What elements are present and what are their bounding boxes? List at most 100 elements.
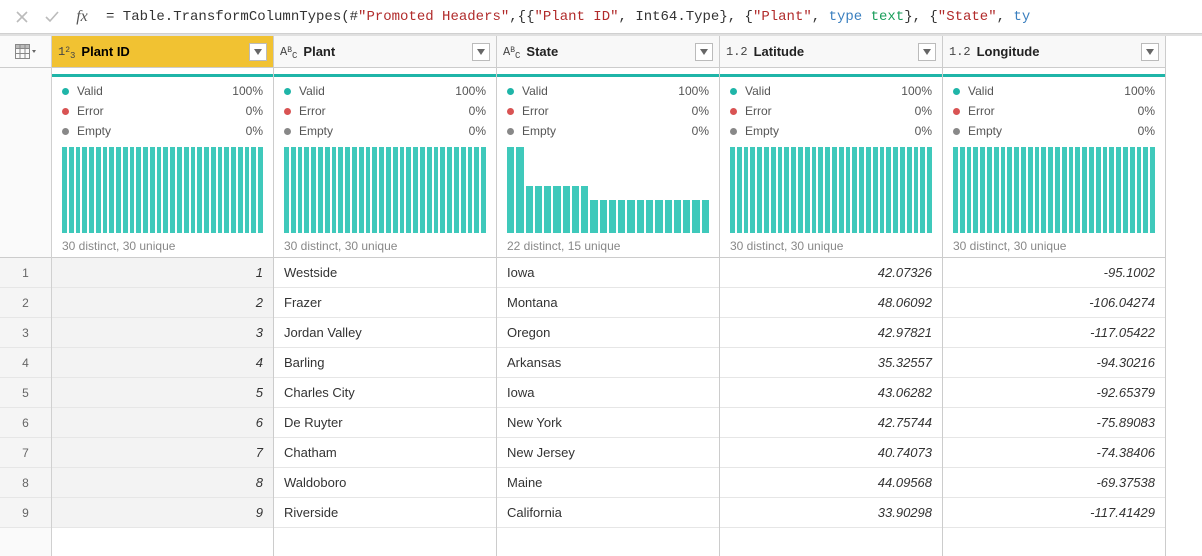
histogram-bar: [920, 147, 925, 233]
histogram-bar: [535, 186, 542, 233]
cell[interactable]: 4: [52, 348, 273, 378]
cell[interactable]: 8: [52, 468, 273, 498]
cell[interactable]: 48.06092: [720, 288, 942, 318]
column-header[interactable]: ABCState: [497, 36, 719, 68]
column-header[interactable]: 123Plant ID: [52, 36, 273, 68]
cell[interactable]: 44.09568: [720, 468, 942, 498]
cell[interactable]: Jordan Valley: [274, 318, 496, 348]
cell[interactable]: 43.06282: [720, 378, 942, 408]
column-filter-button[interactable]: [695, 43, 713, 61]
histogram-bar: [572, 186, 579, 233]
column-filter-button[interactable]: [249, 43, 267, 61]
cell[interactable]: Montana: [497, 288, 719, 318]
cell[interactable]: 42.97821: [720, 318, 942, 348]
quality-value: 0%: [1138, 124, 1155, 138]
row-number[interactable]: 9: [0, 498, 51, 528]
cell[interactable]: De Ruyter: [274, 408, 496, 438]
histogram-bar: [298, 147, 303, 233]
cell[interactable]: California: [497, 498, 719, 528]
histogram-bar: [744, 147, 749, 233]
cell[interactable]: Riverside: [274, 498, 496, 528]
histogram-bar: [778, 147, 783, 233]
row-number[interactable]: 8: [0, 468, 51, 498]
cell[interactable]: New York: [497, 408, 719, 438]
cell[interactable]: -117.41429: [943, 498, 1165, 528]
row-number[interactable]: 6: [0, 408, 51, 438]
cell[interactable]: Iowa: [497, 258, 719, 288]
cell[interactable]: -74.38406: [943, 438, 1165, 468]
table-options-button[interactable]: [0, 36, 51, 68]
quality-stat-empty: Empty0%: [284, 121, 486, 141]
cell[interactable]: 5: [52, 378, 273, 408]
row-number[interactable]: 7: [0, 438, 51, 468]
column-header[interactable]: 1.2Latitude: [720, 36, 942, 68]
cell[interactable]: Arkansas: [497, 348, 719, 378]
column-type-icon[interactable]: 1.2: [726, 45, 748, 59]
cell[interactable]: Westside: [274, 258, 496, 288]
cell[interactable]: 33.90298: [720, 498, 942, 528]
cell[interactable]: 3: [52, 318, 273, 348]
cell[interactable]: 6: [52, 408, 273, 438]
histogram-bar: [1062, 147, 1067, 233]
histogram-bar: [627, 200, 634, 233]
histogram-bar: [609, 200, 616, 233]
cell[interactable]: New Jersey: [497, 438, 719, 468]
cell[interactable]: Frazer: [274, 288, 496, 318]
histogram-bar: [123, 147, 128, 233]
column-type-icon[interactable]: ABC: [280, 45, 297, 59]
cell[interactable]: Iowa: [497, 378, 719, 408]
cell[interactable]: Chatham: [274, 438, 496, 468]
histogram-bar: [1055, 147, 1060, 233]
row-number[interactable]: 1: [0, 258, 51, 288]
column-header[interactable]: 1.2Longitude: [943, 36, 1165, 68]
cell[interactable]: Waldoboro: [274, 468, 496, 498]
quality-value: 100%: [678, 84, 709, 98]
cell[interactable]: 42.07326: [720, 258, 942, 288]
column-type-icon[interactable]: 1.2: [949, 45, 971, 59]
cell[interactable]: 2: [52, 288, 273, 318]
formula-input[interactable]: = Table.TransformColumnTypes(#"Promoted …: [100, 9, 1198, 25]
quality-value: 0%: [915, 124, 932, 138]
column-header[interactable]: ABCPlant: [274, 36, 496, 68]
histogram-bar: [825, 147, 830, 233]
cell[interactable]: 9: [52, 498, 273, 528]
histogram-bar: [89, 147, 94, 233]
histogram-bar: [366, 147, 371, 233]
cell[interactable]: -106.04274: [943, 288, 1165, 318]
cell[interactable]: 1: [52, 258, 273, 288]
row-number[interactable]: 2: [0, 288, 51, 318]
cell[interactable]: 42.75744: [720, 408, 942, 438]
cell[interactable]: Oregon: [497, 318, 719, 348]
row-number[interactable]: 4: [0, 348, 51, 378]
column-type-icon[interactable]: 123: [58, 45, 75, 59]
histogram-bar: [311, 147, 316, 233]
column-type-icon[interactable]: ABC: [503, 45, 520, 59]
histogram-bar: [846, 147, 851, 233]
cell[interactable]: -69.37538: [943, 468, 1165, 498]
row-number[interactable]: 5: [0, 378, 51, 408]
quality-bar: [52, 74, 273, 77]
cell[interactable]: -94.30216: [943, 348, 1165, 378]
cell[interactable]: 35.32557: [720, 348, 942, 378]
cell[interactable]: 40.74073: [720, 438, 942, 468]
cell[interactable]: -75.89083: [943, 408, 1165, 438]
histogram-bar: [1130, 147, 1135, 233]
cell[interactable]: -95.1002: [943, 258, 1165, 288]
cell[interactable]: Barling: [274, 348, 496, 378]
quality-stat-valid: Valid100%: [730, 81, 932, 101]
cell[interactable]: -117.05422: [943, 318, 1165, 348]
column-filter-button[interactable]: [918, 43, 936, 61]
fx-icon[interactable]: fx: [70, 5, 94, 29]
cell[interactable]: Maine: [497, 468, 719, 498]
cancel-icon[interactable]: [10, 5, 34, 29]
histogram-bar: [400, 147, 405, 233]
cell[interactable]: -92.65379: [943, 378, 1165, 408]
row-number[interactable]: 3: [0, 318, 51, 348]
column-filter-button[interactable]: [472, 43, 490, 61]
histogram-bar: [581, 186, 588, 233]
cell[interactable]: Charles City: [274, 378, 496, 408]
dot-error-icon: [62, 108, 69, 115]
column-filter-button[interactable]: [1141, 43, 1159, 61]
cell[interactable]: 7: [52, 438, 273, 468]
commit-icon[interactable]: [40, 5, 64, 29]
